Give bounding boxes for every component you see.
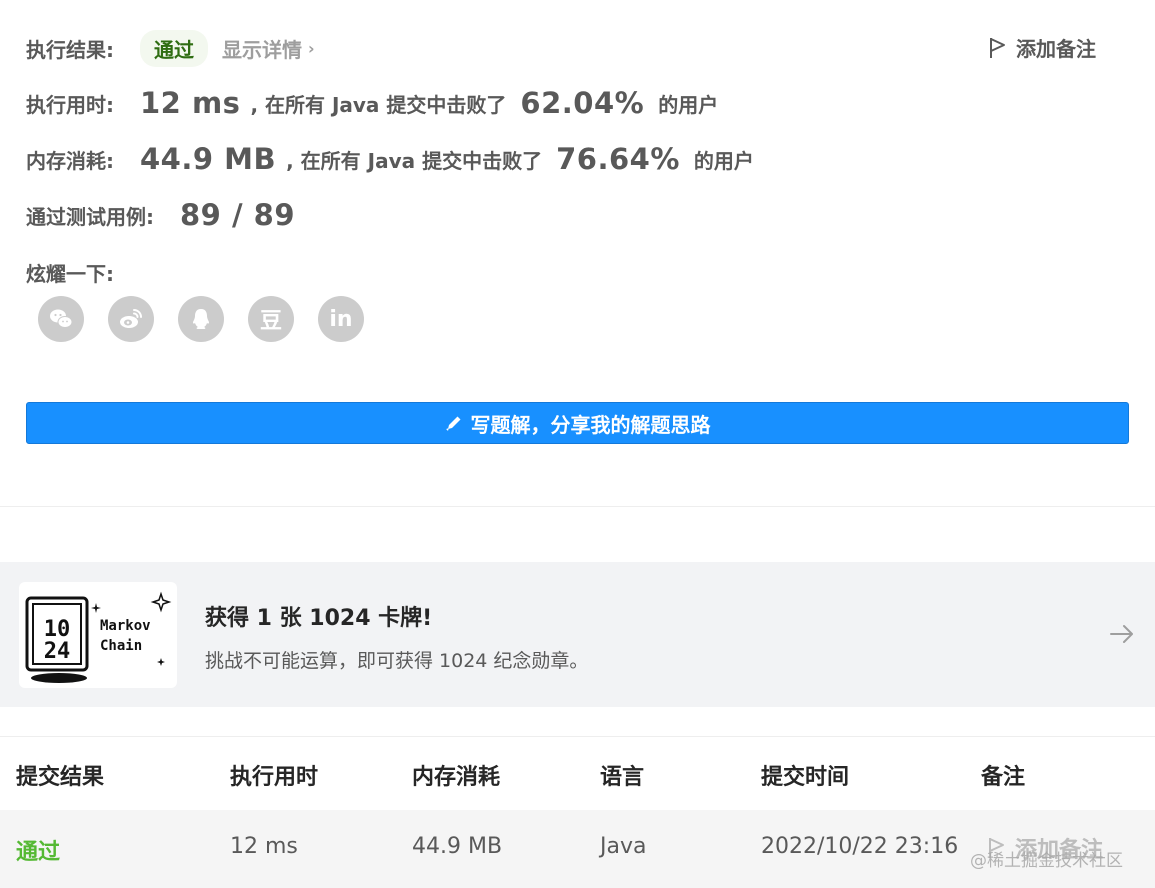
douban-icon: 豆 xyxy=(259,309,282,334)
header-language: 语言 xyxy=(600,765,645,790)
memory-label: 内存消耗: xyxy=(26,148,114,173)
show-details-label: 显示详情 xyxy=(222,38,302,62)
testcases-label: 通过测试用例: xyxy=(26,204,154,229)
arrow-right-icon[interactable] xyxy=(1108,620,1136,648)
runtime-row: 执行用时: 12 ms , 在所有 Java 提交中击败了 62.04% 的用户 xyxy=(26,86,718,120)
card-promo-banner[interactable]: 10 24 Markov Chain 获得 1 张 1024 卡牌! 挑战不可能… xyxy=(0,562,1155,707)
memory-text-before: , 在所有 Java 提交中击败了 xyxy=(286,148,543,173)
memory-value: 44.9 MB xyxy=(140,142,277,176)
linkedin-share-button[interactable]: in xyxy=(318,296,364,342)
linkedin-icon: in xyxy=(329,306,353,332)
add-note-label: 添加备注 xyxy=(1016,37,1096,61)
testcases-row: 通过测试用例: 89 / 89 xyxy=(26,198,295,232)
header-time: 提交时间 xyxy=(761,765,850,790)
card-text-chain: Chain xyxy=(100,638,142,654)
weibo-share-button[interactable] xyxy=(108,296,154,342)
testcases-value: 89 / 89 xyxy=(180,198,295,232)
weibo-icon xyxy=(120,309,142,328)
card-text-markov: Markov xyxy=(100,618,151,634)
memory-row: 内存消耗: 44.9 MB , 在所有 Java 提交中击败了 76.64% 的… xyxy=(26,142,754,176)
spacer xyxy=(0,508,1155,562)
submissions-table: 提交结果 执行用时 内存消耗 语言 提交时间 备注 通过 12 ms 44.9 … xyxy=(0,736,1155,888)
wechat-icon xyxy=(50,309,73,328)
row-time: 2022/10/22 23:16 xyxy=(761,834,959,859)
runtime-value: 12 ms xyxy=(140,86,241,120)
banner-title: 获得 1 张 1024 卡牌! xyxy=(205,606,433,631)
qq-share-button[interactable] xyxy=(178,296,224,342)
banner-subtitle: 挑战不可能运算，即可获得 1024 纪念勋章。 xyxy=(205,650,589,672)
memory-percent: 76.64% xyxy=(556,142,680,176)
runtime-percent: 62.04% xyxy=(520,86,645,120)
chevron-right-icon: › xyxy=(308,39,315,58)
runtime-label: 执行用时: xyxy=(26,92,114,117)
header-result: 提交结果 xyxy=(16,765,105,790)
row-language: Java xyxy=(600,834,647,859)
card-illustration: 10 24 Markov Chain xyxy=(25,591,172,683)
runtime-text-after: 的用户 xyxy=(658,92,719,117)
result-row: 执行结果: 通过 显示详情 › xyxy=(26,30,315,67)
row-status[interactable]: 通过 xyxy=(16,834,60,866)
watermark: @稀土掘金技术社区 xyxy=(970,851,1123,871)
wechat-share-button[interactable] xyxy=(38,296,84,342)
svg-text:24: 24 xyxy=(44,639,71,664)
memory-text-after: 的用户 xyxy=(693,148,754,173)
runtime-text-before: , 在所有 Java 提交中击败了 xyxy=(250,92,507,117)
header-runtime: 执行用时 xyxy=(230,765,319,790)
add-note-button[interactable]: 添加备注 xyxy=(988,33,1096,62)
qq-icon xyxy=(193,309,209,329)
share-buttons: 豆 in xyxy=(38,296,388,342)
share-row-label: 炫耀一下: xyxy=(26,258,114,287)
flag-icon xyxy=(990,37,1005,58)
row-memory: 44.9 MB xyxy=(412,834,503,859)
write-solution-label: 写题解，分享我的解题思路 xyxy=(470,412,711,437)
share-label: 炫耀一下: xyxy=(26,262,114,286)
result-label: 执行结果: xyxy=(26,38,114,62)
douban-share-button[interactable]: 豆 xyxy=(248,296,294,342)
header-note: 备注 xyxy=(981,765,1026,790)
status-badge: 通过 xyxy=(140,30,208,67)
table-row[interactable]: 通过 12 ms 44.9 MB Java 2022/10/22 23:16 添… xyxy=(0,810,1155,888)
table-header: 提交结果 执行用时 内存消耗 语言 提交时间 备注 xyxy=(0,736,1155,810)
markov-chain-card-image: 10 24 Markov Chain xyxy=(19,582,177,688)
header-memory: 内存消耗 xyxy=(412,765,501,790)
row-runtime: 12 ms xyxy=(230,834,298,859)
pencil-icon xyxy=(445,416,460,431)
show-details-link[interactable]: 显示详情 › xyxy=(222,34,315,63)
write-solution-button[interactable]: 写题解，分享我的解题思路 xyxy=(26,402,1129,444)
submission-result-panel: 执行结果: 通过 显示详情 › 添加备注 执行用时: 12 ms , 在所有 J… xyxy=(0,0,1155,507)
